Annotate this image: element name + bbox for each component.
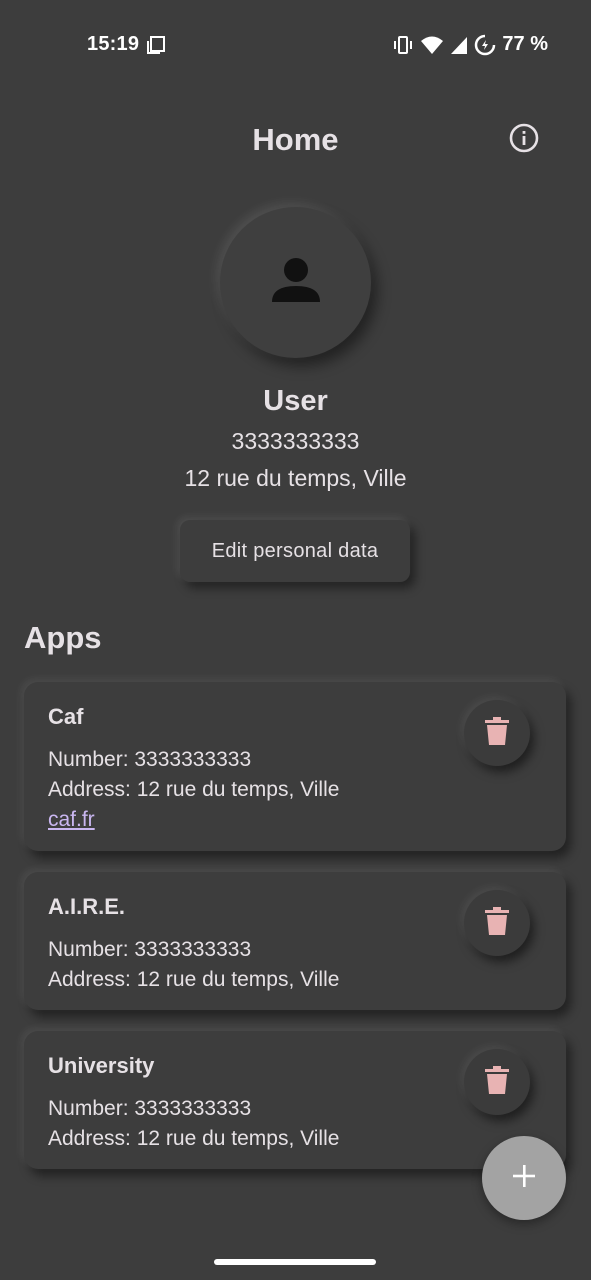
status-icons: 77 % (392, 33, 548, 56)
app-card-university: University Number: 3333333333 Address: 1… (24, 1031, 566, 1169)
app-bar: Home (0, 110, 591, 170)
app-card-number: Number: 3333333333 (48, 748, 252, 771)
app-card-address: Address: 12 rue du temps, Ville (48, 1127, 340, 1150)
wifi-icon (420, 35, 444, 55)
info-button[interactable] (502, 118, 546, 162)
apps-section-title: Apps (24, 620, 102, 655)
trash-icon (485, 906, 509, 940)
edit-personal-data-button[interactable]: Edit personal data (180, 520, 410, 582)
user-name: User (263, 385, 328, 417)
delete-app-button[interactable] (464, 1049, 530, 1115)
status-time: 15:19 (87, 33, 140, 55)
delete-app-button[interactable] (464, 890, 530, 956)
document-icon (146, 35, 166, 55)
battery-percent: 77 % (502, 33, 548, 55)
info-icon (508, 122, 540, 159)
app-card-title: A.I.R.E. (48, 894, 126, 919)
add-app-button[interactable] (482, 1136, 566, 1220)
app-card-aire: A.I.R.E. Number: 3333333333 Address: 12 … (24, 872, 566, 1010)
user-phone: 3333333333 (231, 428, 360, 454)
app-card-title: Caf (48, 704, 84, 729)
app-card-title: University (48, 1053, 155, 1078)
trash-icon (485, 716, 509, 750)
status-bar: 15:19 77 % (0, 0, 591, 90)
app-card-caf: Caf Number: 3333333333 Address: 12 rue d… (24, 682, 566, 851)
avatar (220, 207, 371, 358)
signal-icon (450, 35, 468, 55)
battery-saver-icon (474, 34, 496, 56)
delete-app-button[interactable] (464, 700, 530, 766)
app-card-link[interactable]: caf.fr (48, 808, 95, 832)
user-address: 12 rue du temps, Ville (184, 465, 407, 491)
trash-icon (485, 1065, 509, 1099)
gesture-nav-handle[interactable] (214, 1259, 376, 1265)
app-card-address: Address: 12 rue du temps, Ville (48, 778, 340, 801)
plus-icon (511, 1163, 537, 1194)
person-icon (268, 252, 324, 313)
app-card-address: Address: 12 rue du temps, Ville (48, 968, 340, 991)
app-card-number: Number: 3333333333 (48, 938, 252, 961)
vibrate-icon (392, 35, 414, 55)
app-card-number: Number: 3333333333 (48, 1097, 252, 1120)
